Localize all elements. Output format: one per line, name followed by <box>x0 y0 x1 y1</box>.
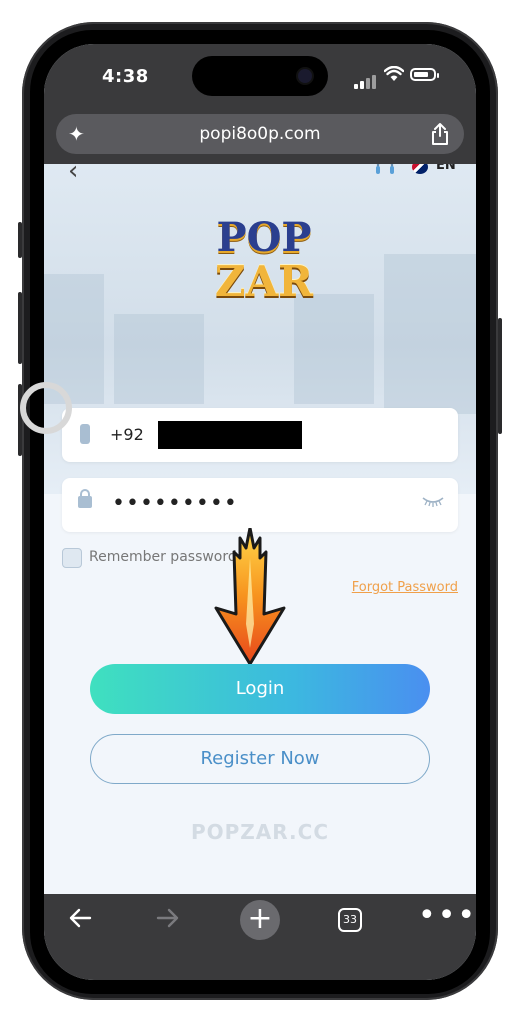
address-bar[interactable]: ✦ popi8o0p.com <box>56 114 464 154</box>
back-chevron-icon[interactable]: ‹ <box>68 164 78 186</box>
lock-icon <box>78 489 92 508</box>
status-time: 4:38 <box>102 66 149 87</box>
power-button <box>498 318 502 434</box>
phone-field[interactable]: +92 <box>62 408 458 462</box>
volume-down-button <box>18 384 22 456</box>
language-selector[interactable]: EN <box>436 164 456 173</box>
share-icon[interactable] <box>430 122 450 146</box>
eye-closed-icon[interactable] <box>422 496 444 508</box>
site-watermark: POPZAR.CC <box>190 820 330 844</box>
remember-checkbox[interactable] <box>62 548 82 568</box>
url-text[interactable]: popi8o0p.com <box>56 124 464 144</box>
browser-address-area: ✦ popi8o0p.com <box>44 106 476 164</box>
volume-up-button <box>18 292 22 364</box>
wifi-icon <box>384 66 404 81</box>
forward-arrow-icon[interactable] <box>154 904 182 932</box>
password-value[interactable]: ••••••••• <box>112 491 238 516</box>
more-menu-icon[interactable]: ••• <box>418 898 476 933</box>
action-button <box>18 222 22 258</box>
phone-screen: 4:38 ✦ popi8o0p.com ‹ EN POP ZAR +92 •••… <box>44 44 476 980</box>
forgot-password-link[interactable]: Forgot Password <box>352 580 458 595</box>
dynamic-island <box>192 56 328 96</box>
arrow-down-icon <box>214 528 286 666</box>
login-button[interactable]: Login <box>90 664 430 714</box>
new-tab-button[interactable]: + <box>240 900 280 940</box>
web-content: ‹ EN POP ZAR +92 ••••••••• Remember pass… <box>44 164 476 894</box>
back-arrow-icon[interactable] <box>66 904 94 932</box>
camera-icon <box>298 69 312 83</box>
phone-icon <box>80 424 90 444</box>
signal-icon <box>354 70 378 89</box>
register-now-button[interactable]: Register Now <box>90 734 430 784</box>
redacted-phone-number[interactable] <box>158 421 302 449</box>
password-field[interactable]: ••••••••• <box>62 478 458 532</box>
popzar-logo: POP ZAR <box>214 214 314 306</box>
country-code[interactable]: +92 <box>110 425 144 444</box>
browser-toolbar: + 33 ••• <box>44 894 476 980</box>
headset-icon[interactable] <box>374 164 396 176</box>
battery-icon <box>410 68 439 81</box>
assistive-touch-ring[interactable] <box>20 382 72 434</box>
tabs-button[interactable]: 33 <box>338 908 362 932</box>
status-bar: 4:38 <box>44 44 476 106</box>
